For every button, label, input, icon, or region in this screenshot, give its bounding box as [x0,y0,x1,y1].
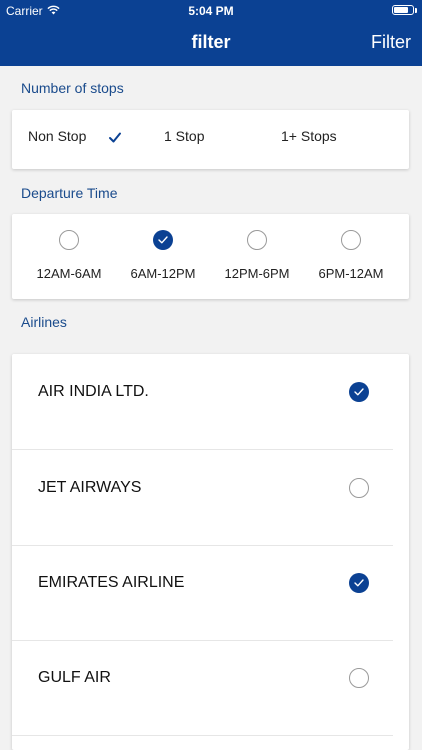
airline-row-emirates[interactable]: EMIRATES AIRLINE [12,545,393,641]
radio-unchecked-icon[interactable] [247,230,267,250]
airline-name: JET AIRWAYS [38,479,142,496]
airline-name: GULF AIR [38,669,111,686]
departure-option-12pm-6pm[interactable]: 12PM-6PM [210,214,304,299]
radio-unchecked-icon[interactable] [59,230,79,250]
filter-button[interactable]: Filter [371,32,411,53]
departure-option-label: 12AM-6AM [36,266,102,281]
airline-row-air-india[interactable]: AIR INDIA LTD. [12,354,393,450]
departure-option-12am-6am[interactable]: 12AM-6AM [22,214,116,299]
checkbox-unchecked-icon[interactable] [349,478,369,498]
airline-name: EMIRATES AIRLINE [38,574,185,591]
checkbox-unchecked-icon[interactable] [349,668,369,688]
checkbox-checked-icon[interactable] [349,573,369,593]
stops-section-label: Number of stops [21,80,124,96]
checkmark-icon [108,130,122,144]
departure-section-label: Departure Time [21,185,118,201]
departure-option-label: 6PM-12AM [318,266,384,281]
stop-option-non-stop[interactable]: Non Stop [28,128,86,144]
status-time: 5:04 PM [188,4,234,18]
departure-option-6am-12pm[interactable]: 6AM-12PM [116,214,210,299]
checkbox-checked-icon[interactable] [349,382,369,402]
filter-screen: Carrier 5:04 PM filter Filter Number of … [0,0,422,750]
top-bar: Carrier 5:04 PM filter Filter [0,0,422,66]
airlines-section-label: Airlines [21,314,67,330]
radio-unchecked-icon[interactable] [341,230,361,250]
page-title: filter [191,32,231,52]
airline-row-gulf-air[interactable]: GULF AIR [12,640,393,736]
airline-name: AIR INDIA LTD. [38,383,149,400]
battery-icon [392,5,417,15]
battery-fill [394,7,408,13]
status-bar: Carrier 5:04 PM [0,0,422,22]
stop-option-1-stop[interactable]: 1 Stop [164,128,204,144]
departure-option-6pm-12am[interactable]: 6PM-12AM [304,214,398,299]
departure-option-label: 12PM-6PM [224,266,290,281]
airline-row-jet-airways[interactable]: JET AIRWAYS [12,450,393,546]
departure-card: 12AM-6AM 6AM-12PM 12PM-6PM 6PM-12AM [12,214,409,299]
stop-option-1-plus-stops[interactable]: 1+ Stops [281,128,337,144]
airlines-card: AIR INDIA LTD. JET AIRWAYS EMIRATES AIRL… [12,354,409,750]
radio-checked-icon[interactable] [153,230,173,250]
stops-card: Non Stop 1 Stop 1+ Stops [12,110,409,169]
departure-option-label: 6AM-12PM [130,266,196,281]
